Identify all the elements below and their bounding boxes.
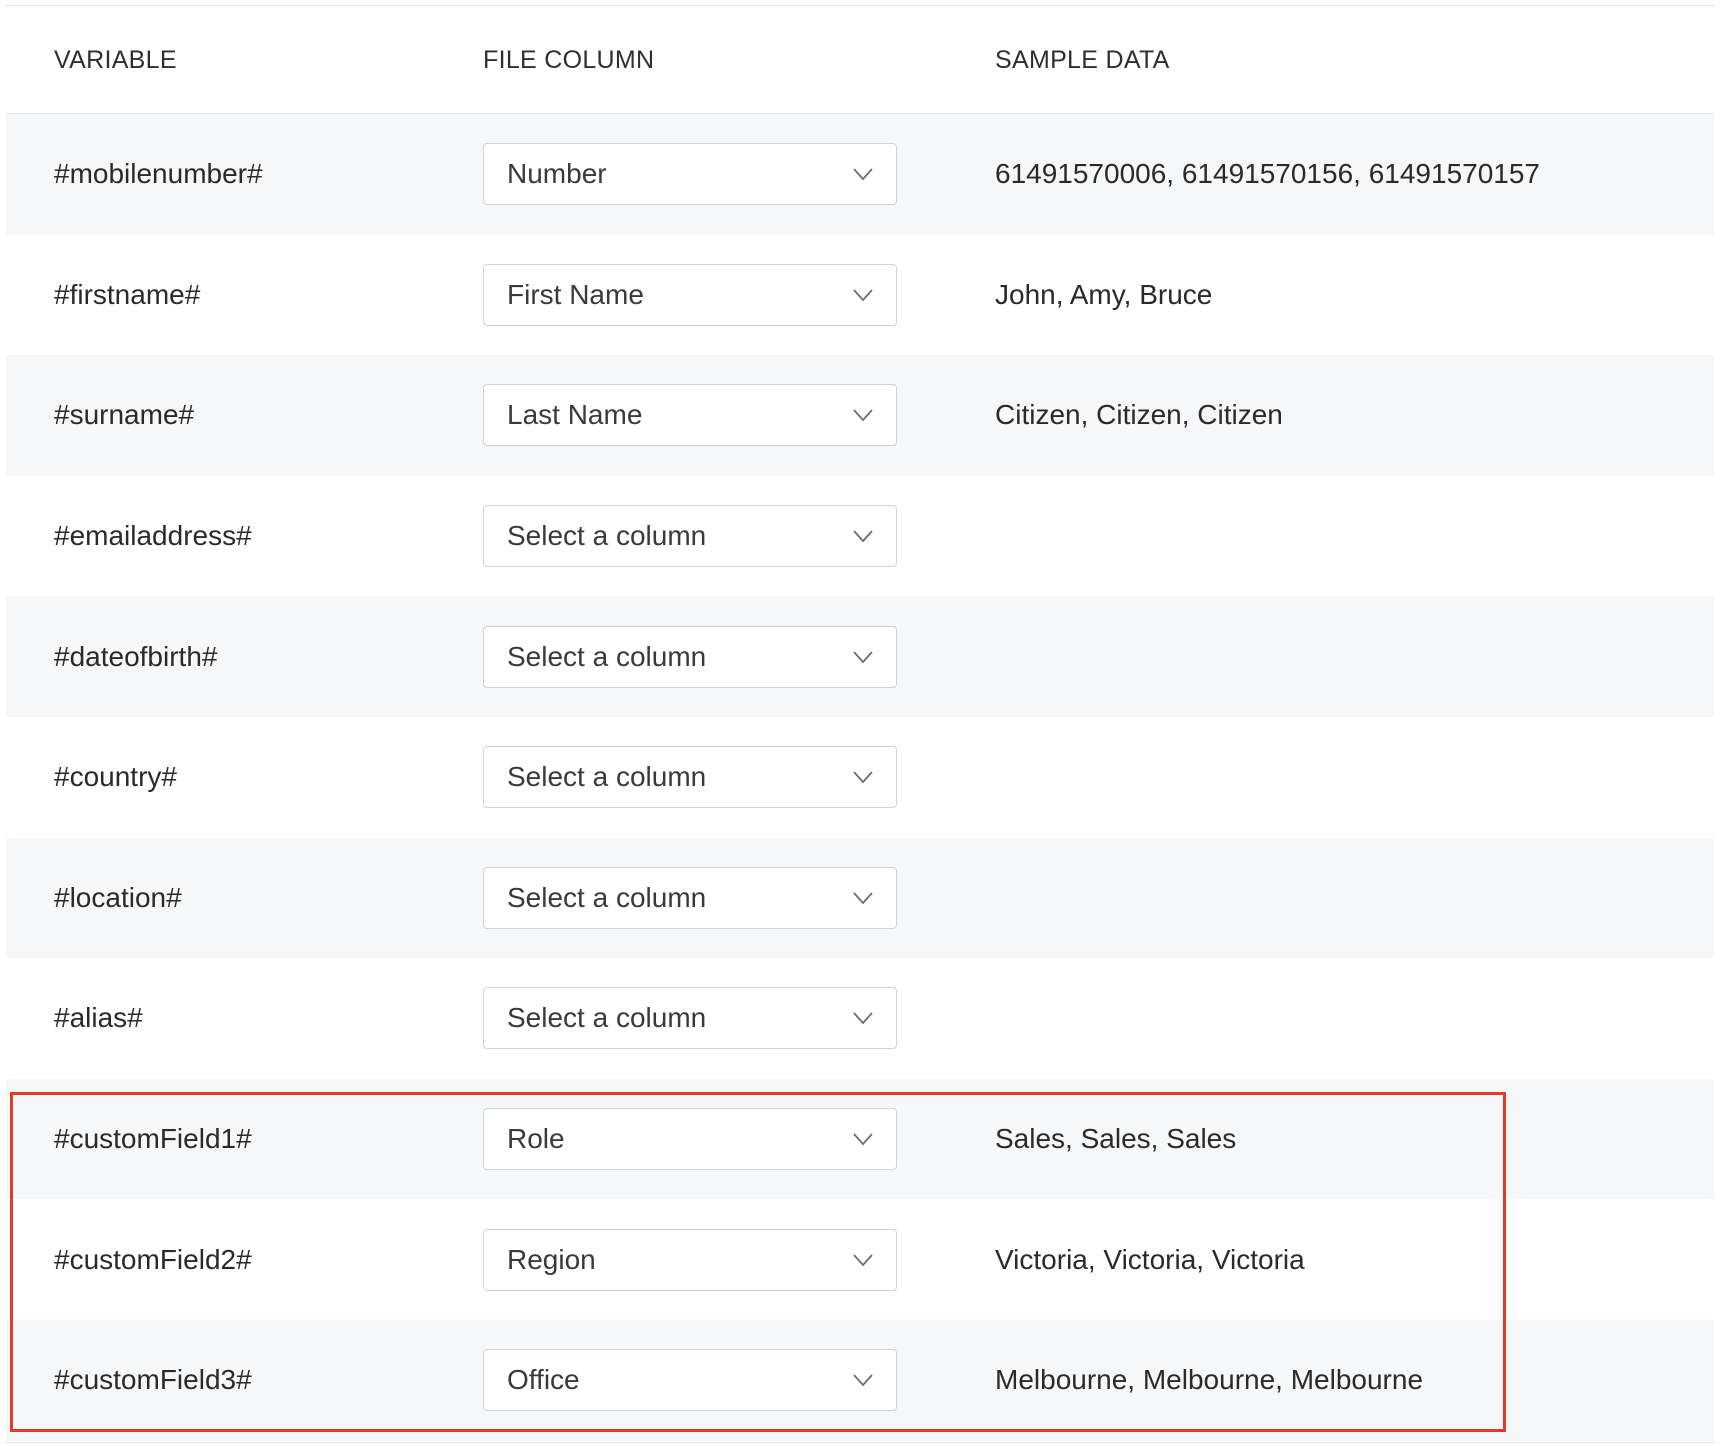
select-value: Select a column xyxy=(507,640,707,672)
variable-mapping-page: VARIABLE FILE COLUMN SAMPLE DATA #mobile… xyxy=(0,0,1720,1446)
select-value: Last Name xyxy=(507,399,643,431)
select-value: Select a column xyxy=(507,520,707,552)
variable-name: #emailaddress# xyxy=(54,520,252,552)
sample-data: John, Amy, Bruce xyxy=(995,278,1213,310)
table-row: #emailaddress# Select a column xyxy=(6,476,1714,597)
select-value: Region xyxy=(507,1243,596,1275)
sample-data: Victoria, Victoria, Victoria xyxy=(995,1243,1305,1275)
table-row: #surname# Last Name Citizen, Citizen, Ci… xyxy=(6,355,1714,476)
chevron-down-icon xyxy=(853,771,873,784)
table-row: #location# Select a column xyxy=(6,837,1714,959)
header-file-column: FILE COLUMN xyxy=(483,46,655,74)
file-column-select[interactable]: Select a column xyxy=(483,866,897,929)
select-value: Role xyxy=(507,1123,565,1155)
chevron-down-icon xyxy=(853,409,873,422)
file-column-select[interactable]: Select a column xyxy=(483,987,897,1050)
file-column-select[interactable]: Region xyxy=(483,1228,897,1291)
file-column-select[interactable]: Last Name xyxy=(483,384,897,447)
select-value: First Name xyxy=(507,278,644,310)
table-row: #dateofbirth# Select a column xyxy=(6,596,1714,717)
sample-data: 61491570006, 61491570156, 61491570157 xyxy=(995,158,1541,190)
file-column-select[interactable]: Number xyxy=(483,143,897,206)
bottom-divider xyxy=(5,1442,1715,1443)
chevron-down-icon xyxy=(853,1012,873,1025)
select-value: Office xyxy=(507,1364,580,1396)
chevron-down-icon xyxy=(853,530,873,543)
file-column-select[interactable]: First Name xyxy=(483,263,897,326)
variable-name: #surname# xyxy=(54,399,195,431)
chevron-down-icon xyxy=(853,289,873,302)
file-column-select[interactable]: Office xyxy=(483,1349,897,1412)
variable-name: #mobilenumber# xyxy=(54,158,263,190)
header-sample-data: SAMPLE DATA xyxy=(995,46,1170,74)
variable-name: #customField3# xyxy=(54,1364,252,1396)
file-column-select[interactable]: Select a column xyxy=(483,746,897,809)
table-row: #country# Select a column xyxy=(6,717,1714,838)
file-column-select[interactable]: Select a column xyxy=(483,625,897,688)
chevron-down-icon xyxy=(853,1374,873,1387)
header-variable: VARIABLE xyxy=(54,46,177,74)
chevron-down-icon xyxy=(853,1133,873,1146)
chevron-down-icon xyxy=(853,1254,873,1266)
table-row: #customField2# Region Victoria, Victoria… xyxy=(6,1199,1714,1320)
variable-name: #customField1# xyxy=(54,1123,252,1155)
select-value: Select a column xyxy=(507,881,707,913)
chevron-down-icon xyxy=(853,651,873,664)
variable-name: #dateofbirth# xyxy=(54,640,218,672)
table-row: #firstname# First Name John, Amy, Bruce xyxy=(6,235,1714,356)
table-row: #alias# Select a column xyxy=(6,958,1714,1079)
table-header: VARIABLE FILE COLUMN SAMPLE DATA xyxy=(6,6,1714,114)
variable-name: #alias# xyxy=(54,1002,143,1034)
variable-name: #location# xyxy=(54,881,182,913)
table-row: #customField3# Office Melbourne, Melbour… xyxy=(6,1319,1714,1441)
select-value: Select a column xyxy=(507,761,707,793)
chevron-down-icon xyxy=(853,168,873,181)
variable-name: #firstname# xyxy=(54,278,201,310)
file-column-select[interactable]: Select a column xyxy=(483,505,897,568)
sample-data: Citizen, Citizen, Citizen xyxy=(995,399,1283,431)
table-row: #mobilenumber# Number 61491570006, 61491… xyxy=(6,114,1714,235)
variable-name: #country# xyxy=(54,761,177,793)
table-row: #customField1# Role Sales, Sales, Sales xyxy=(6,1078,1714,1200)
file-column-select[interactable]: Role xyxy=(483,1108,897,1171)
chevron-down-icon xyxy=(853,892,873,905)
sample-data: Melbourne, Melbourne, Melbourne xyxy=(995,1364,1424,1396)
select-value: Number xyxy=(507,158,607,190)
variable-name: #customField2# xyxy=(54,1243,252,1275)
sample-data: Sales, Sales, Sales xyxy=(995,1123,1237,1155)
select-value: Select a column xyxy=(507,1002,707,1034)
variable-mapping-table: VARIABLE FILE COLUMN SAMPLE DATA #mobile… xyxy=(6,6,1714,1441)
